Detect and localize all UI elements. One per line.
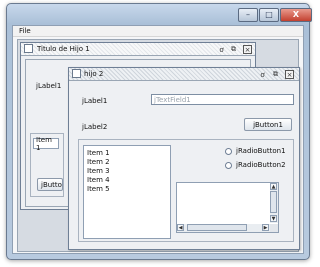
frame1-window-icon — [24, 44, 33, 53]
desktop-pane: Titulo de Hijo 1 ơ ⧉ × jLabel1 Item 1 jB… — [17, 39, 300, 252]
frame2-content: jLabel1 jTextField1 jLabel2 jButton1 Ite… — [69, 82, 299, 249]
frame2-label2: jLabel2 — [82, 123, 108, 131]
frame1-button[interactable]: jButto — [37, 178, 63, 191]
frame2-iconify-icon[interactable]: ơ — [258, 70, 267, 79]
list-item[interactable]: Item 3 — [87, 167, 110, 175]
radio-button-1-label[interactable]: jRadioButton1 — [236, 147, 286, 155]
frame2-textfield[interactable]: jTextField1 — [151, 94, 294, 105]
frame1-iconify-icon[interactable]: ơ — [217, 45, 226, 54]
radio-button-2-label[interactable]: jRadioButton2 — [236, 161, 286, 169]
list-item[interactable]: Item 1 — [87, 149, 110, 157]
menu-file[interactable]: File — [19, 27, 31, 35]
frame2-title-bar[interactable]: hijo 2 ơ ⧉ × — [69, 68, 299, 81]
scroll-corner — [270, 224, 278, 232]
frame2-title: hijo 2 — [84, 70, 104, 78]
radio-button-1[interactable] — [225, 148, 232, 155]
frame2-list[interactable]: Item 1 Item 2 Item 3 Item 4 Item 5 — [83, 145, 171, 239]
radio-button-2[interactable] — [225, 162, 232, 169]
frame2-maximize-icon[interactable]: ⧉ — [271, 70, 280, 79]
close-button[interactable]: X — [280, 8, 312, 22]
window-controls: – □ X — [238, 8, 312, 22]
list-item[interactable]: Item 2 — [87, 158, 110, 166]
scroll-up-icon[interactable]: ▲ — [270, 183, 277, 190]
maximize-button[interactable]: □ — [259, 8, 279, 22]
minimize-button[interactable]: – — [238, 8, 258, 22]
scroll-left-icon[interactable]: ◀ — [177, 224, 184, 231]
frame2-label1: jLabel1 — [82, 97, 108, 105]
frame1-field[interactable]: Item 1 — [33, 136, 59, 152]
scroll-down-icon[interactable]: ▼ — [270, 215, 277, 222]
vertical-scroll-thumb[interactable] — [270, 191, 277, 213]
scroll-right-icon[interactable]: ▶ — [262, 224, 269, 231]
menu-bar: File — [13, 26, 303, 37]
horizontal-scrollbar[interactable]: ◀ ▶ — [177, 224, 270, 232]
frame1-title-bar[interactable]: Titulo de Hijo 1 ơ ⧉ × — [21, 43, 255, 56]
frame1-maximize-icon[interactable]: ⧉ — [229, 45, 238, 54]
frame2-scroll-pane[interactable]: ▲ ▼ ◀ ▶ — [176, 182, 279, 233]
frame1-title: Titulo de Hijo 1 — [37, 45, 90, 53]
frame1-label1: jLabel1 — [36, 82, 62, 90]
frame1-panel: Item 1 jButto — [30, 133, 64, 197]
frame1-close-icon[interactable]: × — [243, 45, 252, 54]
frame2-close-icon[interactable]: × — [285, 70, 294, 79]
frame2-window-icon — [72, 69, 81, 78]
vertical-scrollbar[interactable]: ▲ ▼ — [270, 183, 278, 223]
internal-frame-2: hijo 2 ơ ⧉ × jLabel1 jTextField1 jLabel2… — [68, 67, 300, 250]
frame2-button1[interactable]: jButton1 — [244, 118, 292, 131]
list-item[interactable]: Item 4 — [87, 176, 110, 184]
horizontal-scroll-thumb[interactable] — [187, 224, 247, 231]
window-client-area: File Titulo de Hijo 1 ơ ⧉ × jLabel1 Item… — [12, 25, 304, 254]
list-item[interactable]: Item 5 — [87, 185, 110, 193]
frame2-panel: Item 1 Item 2 Item 3 Item 4 Item 5 jRadi… — [78, 139, 294, 242]
